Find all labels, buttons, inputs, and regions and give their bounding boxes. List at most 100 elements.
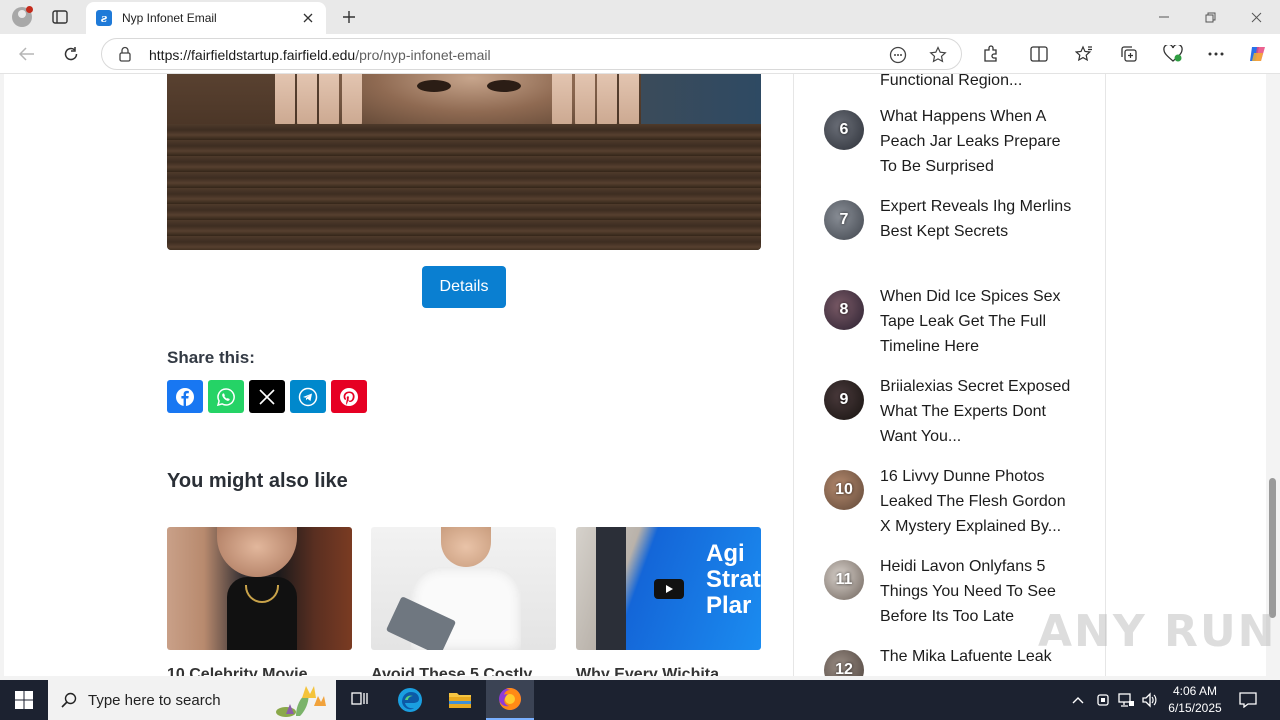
tray-device-button[interactable] (1093, 690, 1113, 710)
browser-essentials-button[interactable] (1159, 41, 1187, 67)
sidebar-item-title[interactable]: Expert Reveals Ihg Merlins Best Kept Sec… (880, 194, 1080, 244)
taskbar-search-box[interactable]: Type here to search (48, 680, 336, 720)
sidebar-item[interactable]: 6 What Happens When A Peach Jar Leaks Pr… (824, 108, 1084, 190)
edge-browser-icon (398, 688, 422, 712)
card-face (217, 527, 297, 577)
minimize-button[interactable] (1141, 0, 1187, 34)
copilot-icon (1250, 47, 1265, 61)
restore-icon (1205, 12, 1215, 22)
emoji-face-icon (889, 46, 907, 64)
share-x-button[interactable] (249, 380, 285, 413)
windows-taskbar: Type here to search 4:06 AM 6/15/2025 (0, 680, 1280, 720)
related-card-image[interactable] (371, 527, 556, 650)
chevron-up-icon (1072, 697, 1084, 704)
taskbar-file-explorer-button[interactable] (436, 680, 484, 720)
start-button[interactable] (0, 680, 48, 720)
collections-icon (1121, 46, 1137, 62)
back-button[interactable] (12, 40, 42, 68)
details-button[interactable]: Details (422, 266, 506, 308)
star-add-icon (929, 46, 947, 63)
scroll-thumb[interactable] (1269, 478, 1276, 618)
clock-date: 6/15/2025 (1168, 701, 1222, 715)
extensions-button[interactable] (977, 41, 1005, 67)
favorite-star-button[interactable] (927, 44, 949, 66)
hero-eye-right (487, 80, 521, 92)
share-telegram-button[interactable] (290, 380, 326, 413)
sidebar-item-title[interactable]: 16 Livvy Dunne Photos Leaked The Flesh G… (880, 464, 1080, 539)
anyrun-watermark: ANY RUN (1038, 606, 1277, 657)
related-card[interactable]: Avoid These 5 Costly (371, 527, 556, 676)
tray-overflow-button[interactable] (1068, 690, 1088, 710)
favorites-button[interactable] (1070, 41, 1098, 67)
related-card-image[interactable]: Agi Strateg Plar (576, 527, 761, 650)
share-facebook-button[interactable] (167, 380, 203, 413)
hero-eye-left (417, 80, 451, 92)
rank-badge: 8 (824, 290, 864, 330)
search-highlight-tulips-icon (276, 686, 326, 717)
more-dots-icon (1208, 52, 1224, 56)
sidebar-edge (1105, 74, 1106, 676)
split-screen-button[interactable] (1025, 41, 1053, 67)
card-person (596, 527, 626, 650)
sidebar-item[interactable]: 8 When Did Ice Spices Sex Tape Leak Get … (824, 288, 1084, 370)
copilot-button[interactable] (1244, 41, 1272, 67)
related-card[interactable]: 10 Celebrity Movie (167, 527, 352, 676)
share-pinterest-button[interactable] (331, 380, 367, 413)
rank-badge: 9 (824, 380, 864, 420)
page-scrollbar[interactable] (1266, 74, 1280, 676)
rank-badge: 6 (824, 110, 864, 150)
usb-device-icon (1097, 694, 1109, 706)
lock-icon[interactable] (118, 46, 132, 62)
facebook-icon (176, 387, 194, 406)
tab-close-button[interactable] (300, 10, 316, 26)
tray-volume-button[interactable] (1140, 690, 1160, 710)
close-window-button[interactable] (1233, 0, 1279, 34)
reading-mode-button[interactable] (887, 44, 909, 66)
sidebar-item[interactable]: 7 Expert Reveals Ihg Merlins Best Kept S… (824, 198, 1084, 280)
related-card-title[interactable]: Avoid These 5 Costly (371, 666, 556, 676)
related-card-image[interactable] (167, 527, 352, 650)
address-bar[interactable]: https://fairfieldstartup.fairfield.edu/p… (101, 38, 962, 70)
url-text[interactable]: https://fairfieldstartup.fairfield.edu/p… (149, 47, 491, 63)
sidebar-item-title[interactable]: What Happens When A Peach Jar Leaks Prep… (880, 104, 1080, 179)
sidebar-item-title[interactable]: When Did Ice Spices Sex Tape Leak Get Th… (880, 284, 1080, 359)
speaker-icon (1142, 692, 1157, 708)
settings-more-button[interactable] (1202, 41, 1230, 67)
pinterest-icon (340, 387, 358, 406)
rank-badge: 10 (824, 470, 864, 510)
minimize-icon (1159, 16, 1169, 18)
sidebar-item-fragment[interactable]: Functional Region... (880, 74, 1022, 93)
tab-actions-button[interactable] (48, 6, 72, 28)
sidebar-item-title[interactable]: Briialexias Secret Exposed What The Expe… (880, 374, 1080, 449)
collections-button[interactable] (1115, 41, 1143, 67)
rank-badge: 7 (824, 200, 864, 240)
related-card-title[interactable]: 10 Celebrity Movie (167, 666, 352, 676)
taskbar-edge-button[interactable] (386, 680, 434, 720)
tray-network-button[interactable] (1116, 690, 1136, 710)
related-heading: You might also like (167, 470, 348, 492)
share-whatsapp-button[interactable] (208, 380, 244, 413)
hero-background (641, 74, 761, 126)
profile-button[interactable] (8, 4, 36, 30)
search-placeholder: Type here to search (88, 691, 221, 709)
refresh-button[interactable] (56, 40, 86, 68)
task-view-button[interactable] (336, 680, 384, 720)
new-tab-button[interactable] (336, 5, 362, 29)
browser-tab[interactable]: ƨ Nyp Infonet Email (86, 2, 326, 34)
close-window-icon (1251, 12, 1261, 22)
network-icon (1118, 693, 1134, 707)
notification-center-button[interactable] (1238, 690, 1258, 710)
tab-actions-icon (52, 10, 68, 24)
tab-title: Nyp Infonet Email (122, 11, 217, 25)
video-play-icon[interactable] (654, 579, 684, 599)
sidebar-item[interactable]: 10 16 Livvy Dunne Photos Leaked The Fles… (824, 468, 1084, 550)
url-host: https://fairfieldstartup.fairfield.edu (149, 47, 356, 63)
split-screen-icon (1030, 46, 1048, 62)
related-card[interactable]: Agi Strateg Plar Why Every Wichita (576, 527, 761, 676)
folder-icon (449, 693, 471, 708)
taskbar-clock[interactable]: 4:06 AM 6/15/2025 (1160, 683, 1230, 717)
restore-button[interactable] (1187, 0, 1233, 34)
sidebar-item[interactable]: 9 Briialexias Secret Exposed What The Ex… (824, 378, 1084, 460)
related-card-title[interactable]: Why Every Wichita (576, 666, 761, 676)
taskbar-firefox-button[interactable] (486, 680, 534, 720)
